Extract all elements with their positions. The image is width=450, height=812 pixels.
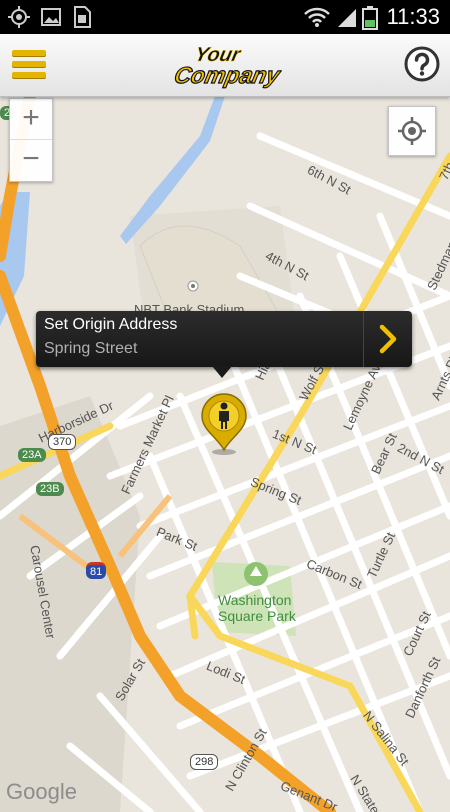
- location-target-icon: [8, 6, 30, 28]
- park-label-line1: Washington: [218, 592, 292, 608]
- hamburger-bar: [12, 72, 46, 78]
- app-header: Your Company: [0, 34, 450, 97]
- battery-icon: [362, 6, 378, 30]
- callout-address: Spring Street: [44, 340, 138, 357]
- gallery-icon: [41, 8, 61, 26]
- google-attribution: Google: [6, 779, 77, 804]
- location-pin-icon[interactable]: [198, 392, 250, 456]
- zoom-controls: + −: [9, 98, 53, 182]
- signal-icon: [338, 9, 356, 27]
- callout-confirm-button[interactable]: [363, 311, 412, 367]
- menu-button[interactable]: [12, 48, 48, 82]
- callout-title: Set Origin Address: [44, 316, 178, 333]
- status-bar: 11:33: [0, 0, 450, 34]
- my-location-button[interactable]: [388, 106, 436, 156]
- exit-shield-23b: 23B: [36, 482, 64, 496]
- zoom-in-button[interactable]: +: [10, 99, 52, 140]
- callout-pointer: [212, 366, 232, 378]
- sim-icon: [74, 6, 91, 28]
- wifi-icon: [304, 7, 330, 27]
- chevron-right-icon: [379, 324, 397, 354]
- status-clock: 11:33: [386, 4, 440, 29]
- park-label-line2: Square Park: [218, 608, 296, 624]
- route-shield-298: 298: [190, 754, 219, 770]
- route-shield-370: 370: [48, 434, 77, 450]
- hamburger-bar: [12, 61, 46, 67]
- help-question-icon[interactable]: [404, 46, 440, 82]
- logo-line2: Company: [172, 62, 282, 88]
- company-logo: Your Company: [171, 44, 282, 89]
- my-location-icon: [398, 117, 426, 145]
- hamburger-menu-icon: [12, 50, 46, 56]
- exit-shield-23a: 23A: [18, 448, 46, 462]
- origin-callout[interactable]: Set Origin Address Spring Street: [36, 311, 412, 367]
- interstate-shield-81: 81: [86, 562, 107, 579]
- zoom-out-button[interactable]: −: [10, 140, 52, 180]
